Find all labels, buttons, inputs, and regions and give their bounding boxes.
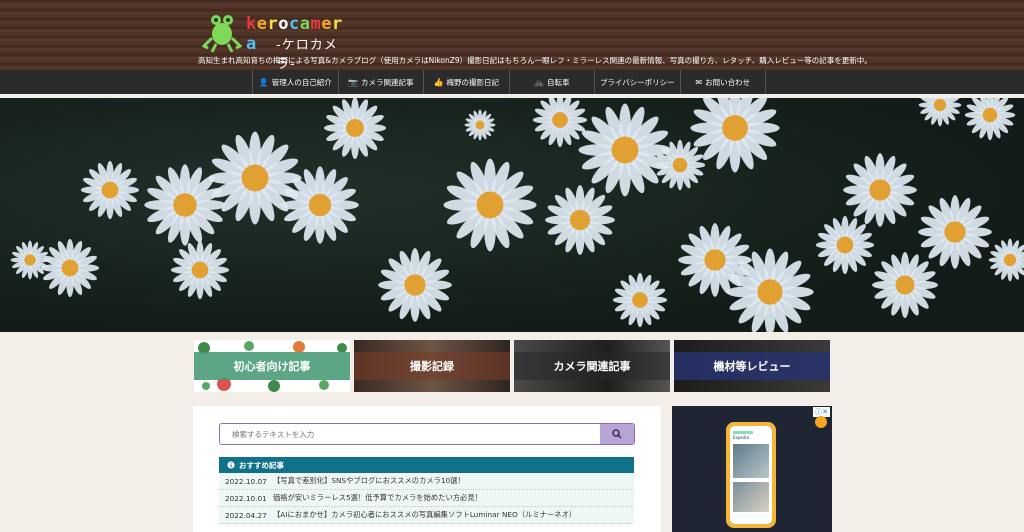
camera-icon: 📷 — [348, 77, 358, 87]
article-title-link[interactable]: 【AIにおまかせ】カメラ初心者におススメの写真編集ソフトLuminar NEO（… — [273, 510, 576, 520]
recommended-title: おすすめ記事 — [239, 460, 284, 470]
recommended-list: 2022.10.07 【写真で差別化】SNSやブログにおススメのカメラ10選！ … — [219, 473, 634, 524]
category-card-review[interactable]: 機材等レビュー — [674, 340, 830, 392]
search-icon — [612, 429, 622, 439]
logo-subtitle: -ケロカメラ- — [276, 38, 338, 72]
recommended-header: おすすめ記事 — [219, 457, 634, 473]
category-card-camera[interactable]: カメラ関連記事 — [514, 340, 670, 392]
main-content: おすすめ記事 2022.10.07 【写真で差別化】SNSやブログにおススメのカ… — [193, 406, 661, 532]
thumbs-up-icon: 👍 — [433, 77, 444, 87]
search-button[interactable] — [600, 424, 634, 444]
ad-phone-image: Expedia — [726, 422, 776, 528]
nav-item-label: 梅野の撮影日記 — [446, 77, 499, 87]
mail-icon: ✉ — [695, 77, 703, 87]
card-label: カメラ関連記事 — [514, 352, 670, 380]
info-icon — [227, 461, 235, 469]
search-box — [219, 423, 635, 445]
bicycle-icon: 🚲 — [534, 77, 544, 87]
category-card-beginner[interactable]: 初心者向け記事 — [194, 340, 350, 392]
category-card-records[interactable]: 撮影記録 — [354, 340, 510, 392]
site-logo[interactable]: kerocamera -ケロカメラ- — [202, 8, 352, 72]
list-item[interactable]: 2022.10.01 価格が安いミラーレス5選！低予算でカメラを始めたい方必見！ — [219, 490, 634, 507]
article-title-link[interactable]: 【写真で差別化】SNSやブログにおススメのカメラ10選！ — [273, 476, 465, 486]
ad-badge-icon — [815, 416, 827, 428]
list-item[interactable]: 2022.10.07 【写真で差別化】SNSやブログにおススメのカメラ10選！ — [219, 473, 634, 490]
nav-item-label: プライバシーポリシー — [599, 77, 675, 87]
nav-item-camera[interactable]: 📷 カメラ関連記事 — [337, 70, 424, 94]
nav-item-contact[interactable]: ✉ お問い合わせ — [679, 70, 766, 94]
card-label: 機材等レビュー — [674, 352, 830, 380]
main-nav: 👤 管理人の自己紹介 📷 カメラ関連記事 👍 梅野の撮影日記 🚲 自転車 プライ… — [0, 70, 1024, 94]
nav-item-label: カメラ関連記事 — [360, 77, 414, 87]
nav-item-label: 管理人の自己紹介 — [271, 77, 332, 87]
article-title-link[interactable]: 価格が安いミラーレス5選！低予算でカメラを始めたい方必見！ — [273, 493, 482, 503]
card-label: 初心者向け記事 — [194, 352, 350, 380]
nav-item-label: 自転車 — [546, 77, 570, 87]
person-icon: 👤 — [258, 77, 269, 87]
article-date: 2022.10.01 — [225, 493, 267, 503]
article-date: 2022.10.07 — [225, 476, 267, 486]
sidebar-ad[interactable]: ⓘ✕ Expedia — [672, 406, 832, 532]
hero-image-daisies — [0, 98, 1024, 332]
category-cards: 初心者向け記事 撮影記録 カメラ関連記事 機材等レビュー — [194, 340, 830, 392]
ad-app-title: Expedia — [733, 435, 749, 440]
nav-item-label: お問い合わせ — [705, 77, 751, 87]
site-header: kerocamera -ケロカメラ- 高知生まれ高知育ちの梅野による写真&カメラ… — [0, 0, 1024, 72]
daisy-field-image — [10, 98, 1024, 332]
nav-item-profile[interactable]: 👤 管理人の自己紹介 — [252, 70, 338, 94]
site-tagline: 高知生まれ高知育ちの梅野による写真&カメラブログ（使用カメラはNikonZ9）撮… — [198, 56, 872, 65]
article-date: 2022.04.27 — [225, 510, 267, 520]
card-label: 撮影記録 — [354, 352, 510, 380]
search-input[interactable] — [220, 424, 600, 444]
frog-logo-icon — [202, 15, 242, 52]
list-item[interactable]: 2022.04.27 【AIにおまかせ】カメラ初心者におススメの写真編集ソフトL… — [219, 507, 634, 524]
nav-item-bicycle[interactable]: 🚲 自転車 — [508, 70, 595, 94]
nav-item-privacy[interactable]: プライバシーポリシー — [594, 70, 680, 94]
nav-item-diary[interactable]: 👍 梅野の撮影日記 — [423, 70, 509, 94]
